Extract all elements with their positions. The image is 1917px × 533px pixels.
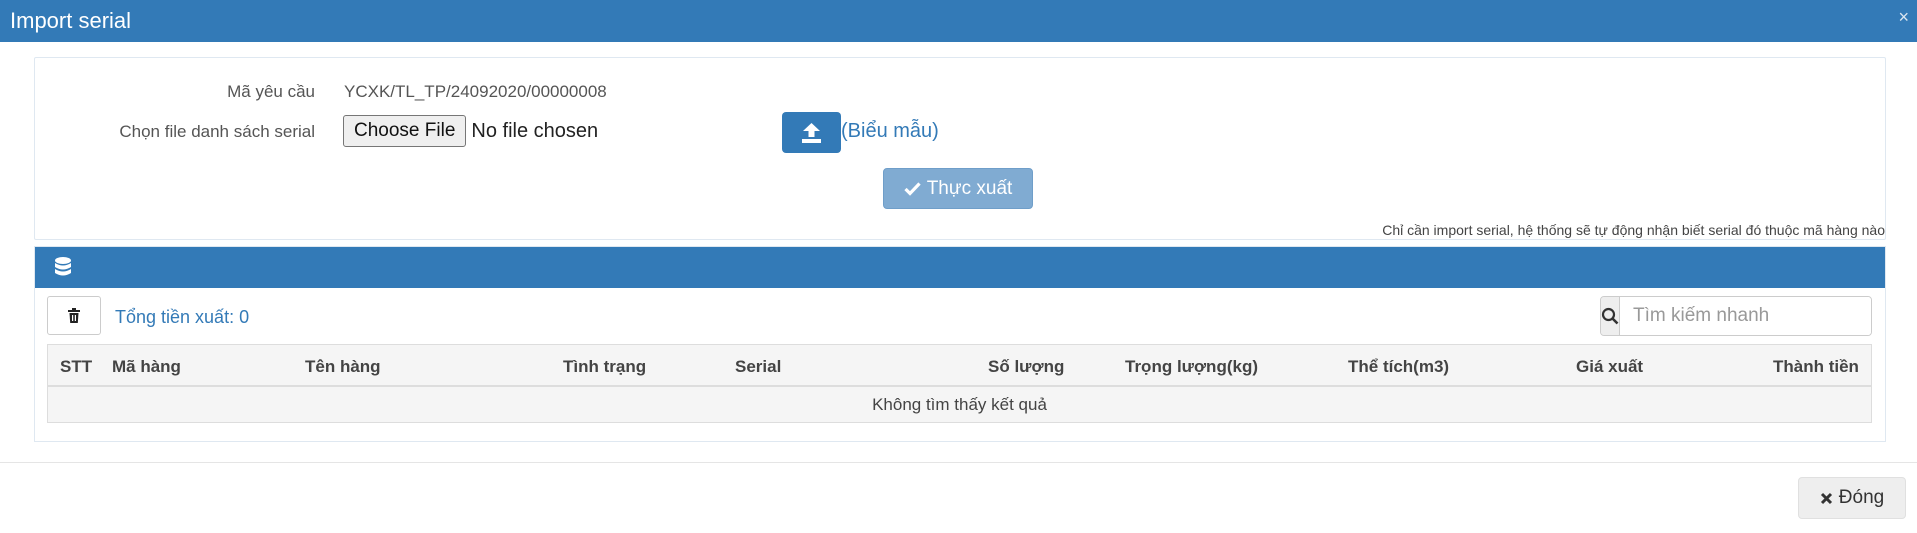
close-label: Đóng — [1838, 487, 1885, 508]
quick-search — [1600, 296, 1872, 336]
column-item-name[interactable]: Tên hàng — [305, 357, 381, 377]
check-icon — [904, 182, 921, 196]
dialog-title: Import serial — [10, 8, 132, 33]
submit-button[interactable]: Thực xuất — [883, 168, 1033, 209]
empty-row: Không tìm thấy kết quả — [48, 387, 1871, 422]
database-icon — [55, 257, 71, 276]
submit-label: Thực xuất — [926, 177, 1013, 199]
column-weight[interactable]: Trọng lượng(kg) — [1125, 357, 1258, 377]
list-panel-header — [35, 247, 1885, 288]
template-link[interactable]: (Biểu mẫu) — [841, 120, 939, 143]
no-file-text: No file chosen — [471, 119, 599, 142]
column-status[interactable]: Tình trạng — [563, 357, 646, 377]
dialog-titlebar: Import serial × — [0, 0, 1917, 42]
search-button[interactable] — [1601, 297, 1620, 335]
upload-icon — [802, 123, 821, 143]
search-icon — [1601, 307, 1619, 325]
table-header: STT Mã hàng Tên hàng Tình trạng Serial S… — [48, 345, 1871, 387]
file-input[interactable]: Choose File No file chosen — [343, 115, 598, 147]
request-code-value: YCXK/TL_TP/24092020/00000008 — [344, 82, 607, 101]
close-icon — [1820, 492, 1832, 504]
request-code-label: Mã yêu cầu — [227, 82, 315, 101]
column-serial[interactable]: Serial — [735, 357, 781, 377]
column-stt[interactable]: STT — [60, 357, 92, 377]
dialog-close-icon[interactable]: × — [1898, 7, 1909, 28]
total-amount: Tổng tiền xuất: 0 — [115, 307, 250, 327]
column-quantity[interactable]: Số lượng — [988, 357, 1064, 377]
footer-divider — [0, 462, 1917, 463]
column-total[interactable]: Thành tiền — [1773, 357, 1859, 377]
trash-icon — [68, 307, 80, 323]
column-item-code[interactable]: Mã hàng — [112, 357, 181, 377]
empty-message: Không tìm thấy kết quả — [872, 394, 1047, 414]
serial-list-panel: Tổng tiền xuất: 0 STT Mã hàng Tên hàng T… — [34, 246, 1886, 442]
serial-table: STT Mã hàng Tên hàng Tình trạng Serial S… — [47, 344, 1872, 423]
choose-file-button[interactable]: Choose File — [343, 115, 467, 147]
upload-button[interactable] — [782, 112, 841, 153]
column-price[interactable]: Giá xuất — [1576, 357, 1643, 377]
column-volume[interactable]: Thể tích(m3) — [1348, 357, 1449, 377]
close-button[interactable]: Đóng — [1798, 477, 1906, 519]
import-note: Chỉ cần import serial, hệ thống sẽ tự độ… — [1382, 222, 1885, 238]
file-label: Chọn file danh sách serial — [119, 122, 315, 141]
search-input[interactable] — [1620, 297, 1871, 335]
import-form-panel: Mã yêu cầu YCXK/TL_TP/24092020/00000008 … — [34, 57, 1886, 240]
delete-button[interactable] — [47, 296, 101, 335]
